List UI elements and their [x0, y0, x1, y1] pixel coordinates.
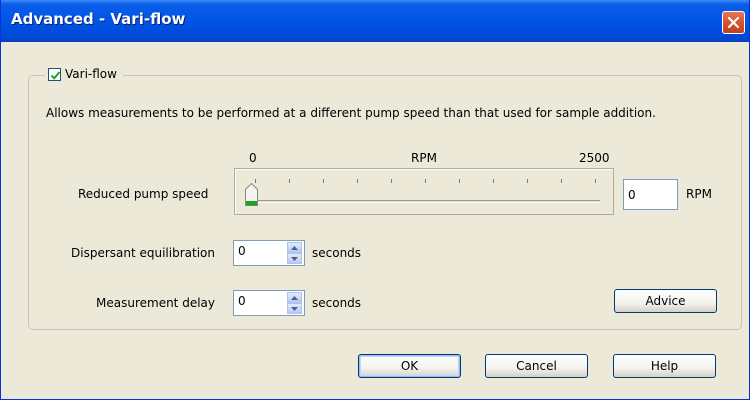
vari-flow-checkbox-label[interactable]: Vari-flow [65, 67, 117, 81]
slider-tick [391, 179, 392, 183]
slider-tick [357, 179, 358, 183]
pump-speed-unit: RPM [686, 187, 712, 201]
slider-track[interactable] [250, 200, 600, 203]
slider-max-label: 2500 [579, 151, 610, 165]
slider-tick [561, 179, 562, 183]
spin-up-arrow-icon[interactable] [287, 292, 302, 303]
check-mark-icon [50, 70, 61, 80]
ok-button[interactable]: OK [358, 354, 461, 378]
delay-unit: seconds [312, 296, 362, 310]
vari-flow-checkbox[interactable] [48, 67, 61, 81]
spin-down-arrow-icon[interactable] [287, 303, 302, 314]
slider-tick [459, 179, 460, 183]
window-title: Advanced - Vari-flow [11, 10, 186, 28]
slider-min-label: 0 [249, 151, 257, 165]
dispersant-equilibration-label: Dispersant equilibration [71, 246, 215, 260]
close-x-icon [727, 16, 740, 29]
slider-tick [527, 179, 528, 183]
title-bar[interactable]: Advanced - Vari-flow [1, 0, 749, 42]
slider-tick [323, 179, 324, 183]
slider-tick [289, 179, 290, 183]
vari-flow-checkbox-row[interactable]: Vari-flow [45, 64, 123, 84]
slider-tick [493, 179, 494, 183]
measurement-delay-label: Measurement delay [96, 296, 215, 310]
spin-up-arrow-icon[interactable] [287, 242, 302, 253]
pump-speed-slider[interactable] [234, 168, 614, 215]
help-button[interactable]: Help [613, 354, 716, 378]
slider-tick [595, 179, 596, 183]
reduced-pump-speed-label: Reduced pump speed [78, 187, 209, 201]
delay-spinner[interactable] [286, 291, 303, 315]
dialog-window: Advanced - Vari-flow Vari-flow Allows me… [0, 0, 750, 400]
dispersant-unit: seconds [312, 246, 362, 260]
slider-thumb-icon[interactable] [245, 182, 258, 210]
slider-unit-label: RPM [411, 151, 437, 165]
close-button[interactable] [722, 11, 745, 34]
vari-flow-description: Allows measurements to be performed at a… [46, 106, 656, 120]
advice-button[interactable]: Advice [614, 289, 717, 313]
dispersant-spinner[interactable] [286, 241, 303, 265]
slider-tick [425, 179, 426, 183]
spin-down-arrow-icon[interactable] [287, 253, 302, 264]
cancel-button[interactable]: Cancel [485, 354, 588, 378]
pump-speed-input[interactable]: 0 [623, 179, 678, 210]
